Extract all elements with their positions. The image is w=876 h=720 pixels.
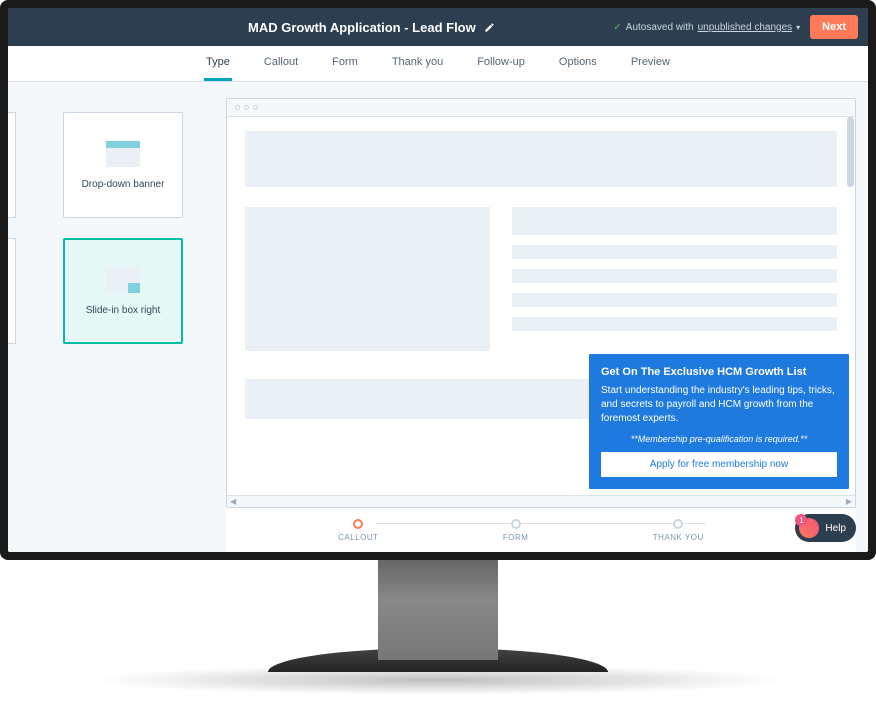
- tab-preview[interactable]: Preview: [629, 46, 672, 81]
- skeleton-line: [512, 293, 837, 307]
- scroll-right-icon[interactable]: ▶: [846, 497, 852, 506]
- skeleton-hero: [245, 131, 837, 187]
- browser-chrome: [227, 99, 855, 117]
- step-circle-icon: [353, 519, 363, 529]
- check-icon: ✓: [613, 22, 621, 33]
- autosave-prefix: Autosaved with: [626, 22, 694, 33]
- dropdown-thumb-icon: [106, 141, 140, 167]
- help-badge: 1: [795, 514, 807, 526]
- step-callout[interactable]: CALLOUT: [338, 519, 378, 542]
- autosave-status[interactable]: ✓ Autosaved with unpublished changes ▾: [613, 22, 800, 33]
- step-label: CALLOUT: [338, 533, 378, 542]
- step-label: THANK YOU: [653, 533, 704, 542]
- partial-card-left-1[interactable]: [8, 112, 16, 218]
- traffic-dot: [235, 105, 240, 110]
- tab-row: Type Callout Form Thank you Follow-up Op…: [8, 46, 868, 82]
- skeleton-line: [512, 269, 837, 283]
- step-label: FORM: [503, 533, 529, 542]
- horizontal-scrollbar[interactable]: ◀ ▶: [227, 495, 855, 507]
- tab-type[interactable]: Type: [204, 46, 232, 81]
- slidein-thumb-icon: [106, 267, 140, 293]
- callout-note: **Membership pre-qualification is requir…: [601, 434, 837, 444]
- next-button[interactable]: Next: [810, 15, 858, 39]
- app-screen: MAD Growth Application - Lead Flow ✓ Aut…: [8, 8, 868, 552]
- partial-card-left-2[interactable]: [8, 238, 16, 344]
- skeleton-line: [512, 317, 837, 331]
- slidein-label: Slide-in box right: [86, 305, 160, 316]
- preview-content: Get On The Exclusive HCM Growth List Sta…: [227, 117, 855, 495]
- type-card-slidein-right[interactable]: Slide-in box right: [63, 238, 183, 344]
- header-bar: MAD Growth Application - Lead Flow ✓ Aut…: [8, 8, 868, 46]
- step-circle-icon: [673, 519, 683, 529]
- help-label: Help: [825, 523, 846, 534]
- preview-pane: Get On The Exclusive HCM Growth List Sta…: [208, 82, 868, 552]
- browser-frame: Get On The Exclusive HCM Growth List Sta…: [226, 98, 856, 508]
- tab-callout[interactable]: Callout: [262, 46, 300, 81]
- scroll-left-icon[interactable]: ◀: [230, 497, 236, 506]
- step-thankyou[interactable]: THANK YOU: [653, 519, 704, 542]
- tab-options[interactable]: Options: [557, 46, 599, 81]
- edit-icon[interactable]: [484, 22, 495, 33]
- page-title: MAD Growth Application - Lead Flow: [248, 20, 476, 35]
- callout-title: Get On The Exclusive HCM Growth List: [601, 366, 837, 378]
- chevron-down-icon: ▾: [796, 23, 800, 32]
- skeleton-block: [245, 207, 490, 351]
- autosave-link: unpublished changes: [698, 22, 793, 33]
- skeleton-line: [512, 207, 837, 235]
- tab-followup[interactable]: Follow-up: [475, 46, 527, 81]
- type-sidebar: Drop-down banner Slide-in box right: [8, 82, 208, 552]
- type-card-dropdown-banner[interactable]: Drop-down banner: [63, 112, 183, 218]
- tab-thankyou[interactable]: Thank you: [390, 46, 445, 81]
- traffic-dot: [244, 105, 249, 110]
- skeleton-line: [512, 245, 837, 259]
- monitor-frame: MAD Growth Application - Lead Flow ✓ Aut…: [0, 0, 876, 560]
- callout-body: Start understanding the industry's leadi…: [601, 384, 837, 426]
- step-form[interactable]: FORM: [503, 519, 529, 542]
- help-avatar-icon: 1: [799, 518, 819, 538]
- help-widget[interactable]: 1 Help: [795, 514, 856, 542]
- stepper: CALLOUT FORM THANK YOU: [226, 508, 856, 552]
- callout-popup: Get On The Exclusive HCM Growth List Sta…: [589, 354, 849, 489]
- step-circle-icon: [511, 519, 521, 529]
- dropdown-label: Drop-down banner: [82, 179, 165, 190]
- main-area: Drop-down banner Slide-in box right: [8, 82, 868, 552]
- traffic-dot: [253, 105, 258, 110]
- tab-form[interactable]: Form: [330, 46, 360, 81]
- callout-apply-button[interactable]: Apply for free membership now: [601, 452, 837, 477]
